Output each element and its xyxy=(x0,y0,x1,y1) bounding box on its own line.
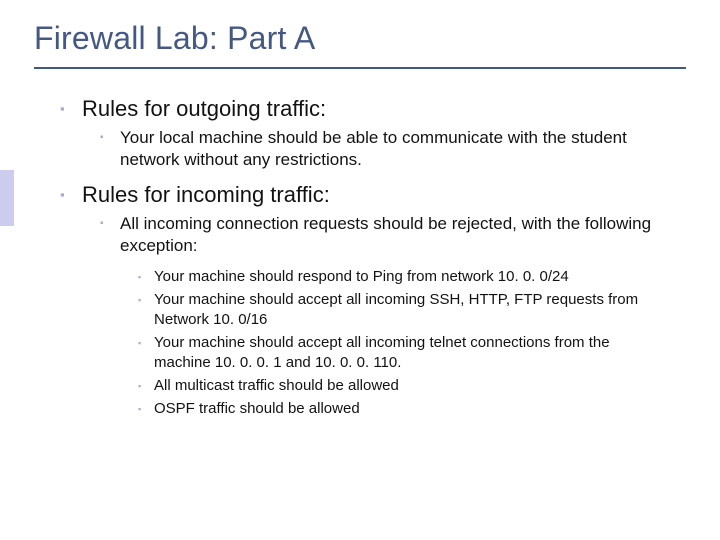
bullet-icon: ▪ xyxy=(100,127,120,171)
bullet-icon: ▪ xyxy=(138,376,154,396)
bullet-icon: ▪ xyxy=(138,290,154,330)
bullet-icon: ▪ xyxy=(138,333,154,373)
list-item: ▪ Your machine should accept all incomin… xyxy=(138,290,670,330)
list-item: ▪ Rules for outgoing traffic: xyxy=(60,95,670,123)
l2-text: All incoming connection requests should … xyxy=(120,213,670,257)
list-item: ▪ OSPF traffic should be allowed xyxy=(138,399,670,419)
list-item: ▪ All incoming connection requests shoul… xyxy=(100,213,670,257)
l1-text: Rules for incoming traffic: xyxy=(82,181,330,209)
list-item: ▪ Rules for incoming traffic: xyxy=(60,181,670,209)
list-item: ▪ All multicast traffic should be allowe… xyxy=(138,376,670,396)
bullet-icon: ▪ xyxy=(60,181,82,209)
l3-text: OSPF traffic should be allowed xyxy=(154,399,360,419)
slide-body: ▪ Rules for outgoing traffic: ▪ Your loc… xyxy=(0,69,720,419)
bullet-icon: ▪ xyxy=(60,95,82,123)
bullet-icon: ▪ xyxy=(138,399,154,419)
bullet-icon: ▪ xyxy=(100,213,120,257)
side-accent xyxy=(0,170,14,226)
l1-text: Rules for outgoing traffic: xyxy=(82,95,326,123)
list-item: ▪ Your machine should accept all incomin… xyxy=(138,333,670,373)
list-item: ▪ Your local machine should be able to c… xyxy=(100,127,670,171)
slide: Firewall Lab: Part A ▪ Rules for outgoin… xyxy=(0,0,720,540)
l3-text: Your machine should accept all incoming … xyxy=(154,333,670,373)
title-block: Firewall Lab: Part A xyxy=(0,0,720,57)
l3-text: Your machine should accept all incoming … xyxy=(154,290,670,330)
list-item: ▪ Your machine should respond to Ping fr… xyxy=(138,267,670,287)
l2-text: Your local machine should be able to com… xyxy=(120,127,670,171)
l3-text: All multicast traffic should be allowed xyxy=(154,376,399,396)
bullet-icon: ▪ xyxy=(138,267,154,287)
slide-title: Firewall Lab: Part A xyxy=(34,20,720,57)
l3-text: Your machine should respond to Ping from… xyxy=(154,267,569,287)
